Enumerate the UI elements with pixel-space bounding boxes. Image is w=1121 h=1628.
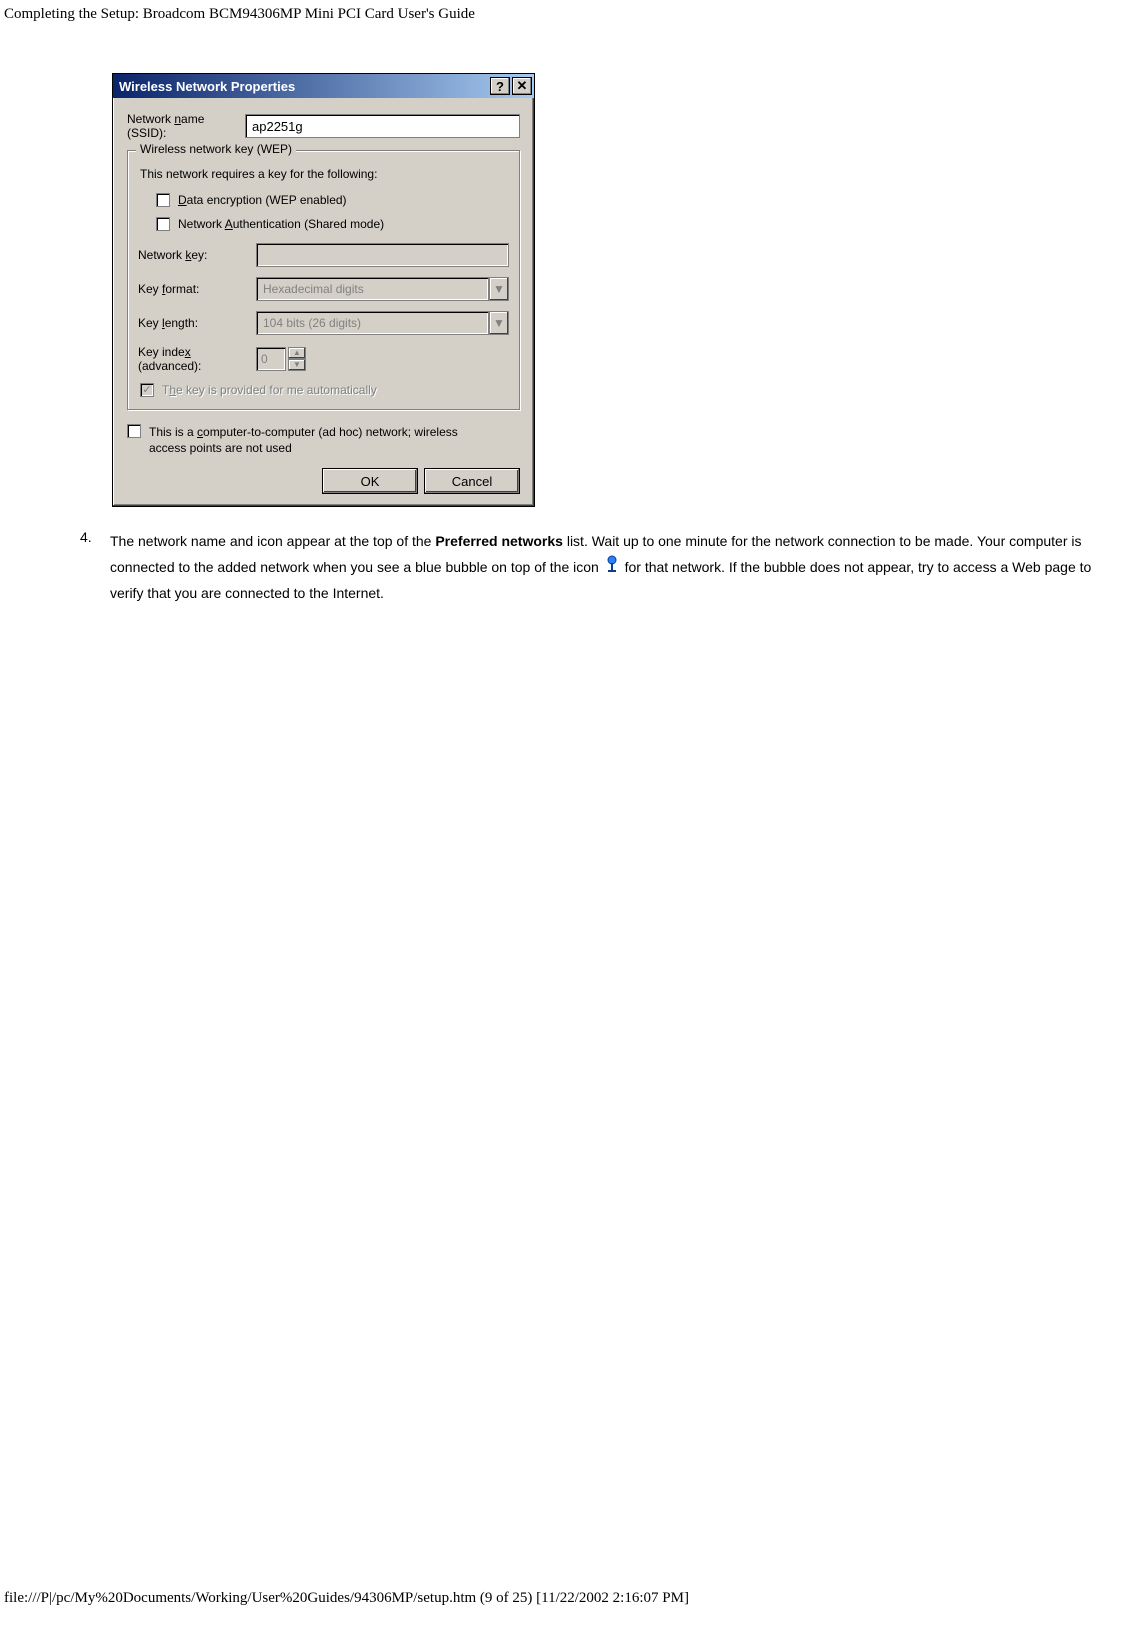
key-index-label: Key index (advanced): xyxy=(138,345,256,373)
data-encryption-checkbox[interactable] xyxy=(156,193,170,207)
auto-key-label: The key is provided for me automatically xyxy=(162,383,377,397)
page-footer: file:///P|/pc/My%20Documents/Working/Use… xyxy=(4,1590,689,1607)
close-button[interactable]: ✕ xyxy=(512,77,532,95)
network-key-label: Network key: xyxy=(138,248,256,262)
key-format-select[interactable]: Hexadecimal digits xyxy=(256,277,489,301)
wep-fieldset: Wireless network key (WEP) This network … xyxy=(127,150,520,410)
network-auth-label: Network Authentication (Shared mode) xyxy=(178,217,384,231)
help-button[interactable]: ? xyxy=(490,77,510,95)
network-auth-checkbox[interactable] xyxy=(156,217,170,231)
step-text: The network name and icon appear at the … xyxy=(110,529,1109,606)
auto-key-checkbox: ✓ xyxy=(140,383,154,397)
page-header: Completing the Setup: Broadcom BCM94306M… xyxy=(0,0,1121,73)
wep-desc: This network requires a key for the foll… xyxy=(140,167,509,181)
content-area: Wireless Network Properties ? ✕ Network … xyxy=(0,73,1121,606)
spinner-up-icon[interactable]: ▲ xyxy=(288,347,306,359)
step-number: 4. xyxy=(80,529,110,606)
key-length-select[interactable]: 104 bits (26 digits) xyxy=(256,311,489,335)
ok-button[interactable]: OK xyxy=(322,468,418,494)
network-key-input[interactable] xyxy=(256,243,509,267)
chevron-down-icon[interactable]: ▼ xyxy=(489,277,509,301)
adhoc-checkbox[interactable] xyxy=(127,424,141,438)
step-4: 4. The network name and icon appear at t… xyxy=(80,529,1109,606)
cancel-button[interactable]: Cancel xyxy=(424,468,520,494)
adhoc-label: This is a computer-to-computer (ad hoc) … xyxy=(149,424,489,456)
data-encryption-label: Data encryption (WEP enabled) xyxy=(178,193,347,207)
network-bubble-icon xyxy=(605,555,619,581)
spinner-down-icon[interactable]: ▼ xyxy=(288,359,306,371)
chevron-down-icon[interactable]: ▼ xyxy=(489,311,509,335)
titlebar[interactable]: Wireless Network Properties ? ✕ xyxy=(113,74,534,98)
dialog-title: Wireless Network Properties xyxy=(119,79,488,94)
wep-legend: Wireless network key (WEP) xyxy=(136,142,296,156)
key-length-label: Key length: xyxy=(138,316,256,330)
ssid-label: Network name (SSID): xyxy=(127,112,245,140)
ssid-input[interactable] xyxy=(245,114,520,138)
key-index-spinner[interactable]: ▲ ▼ xyxy=(256,347,306,371)
key-index-input[interactable] xyxy=(256,347,286,371)
wireless-properties-dialog: Wireless Network Properties ? ✕ Network … xyxy=(112,73,535,507)
key-format-label: Key format: xyxy=(138,282,256,296)
